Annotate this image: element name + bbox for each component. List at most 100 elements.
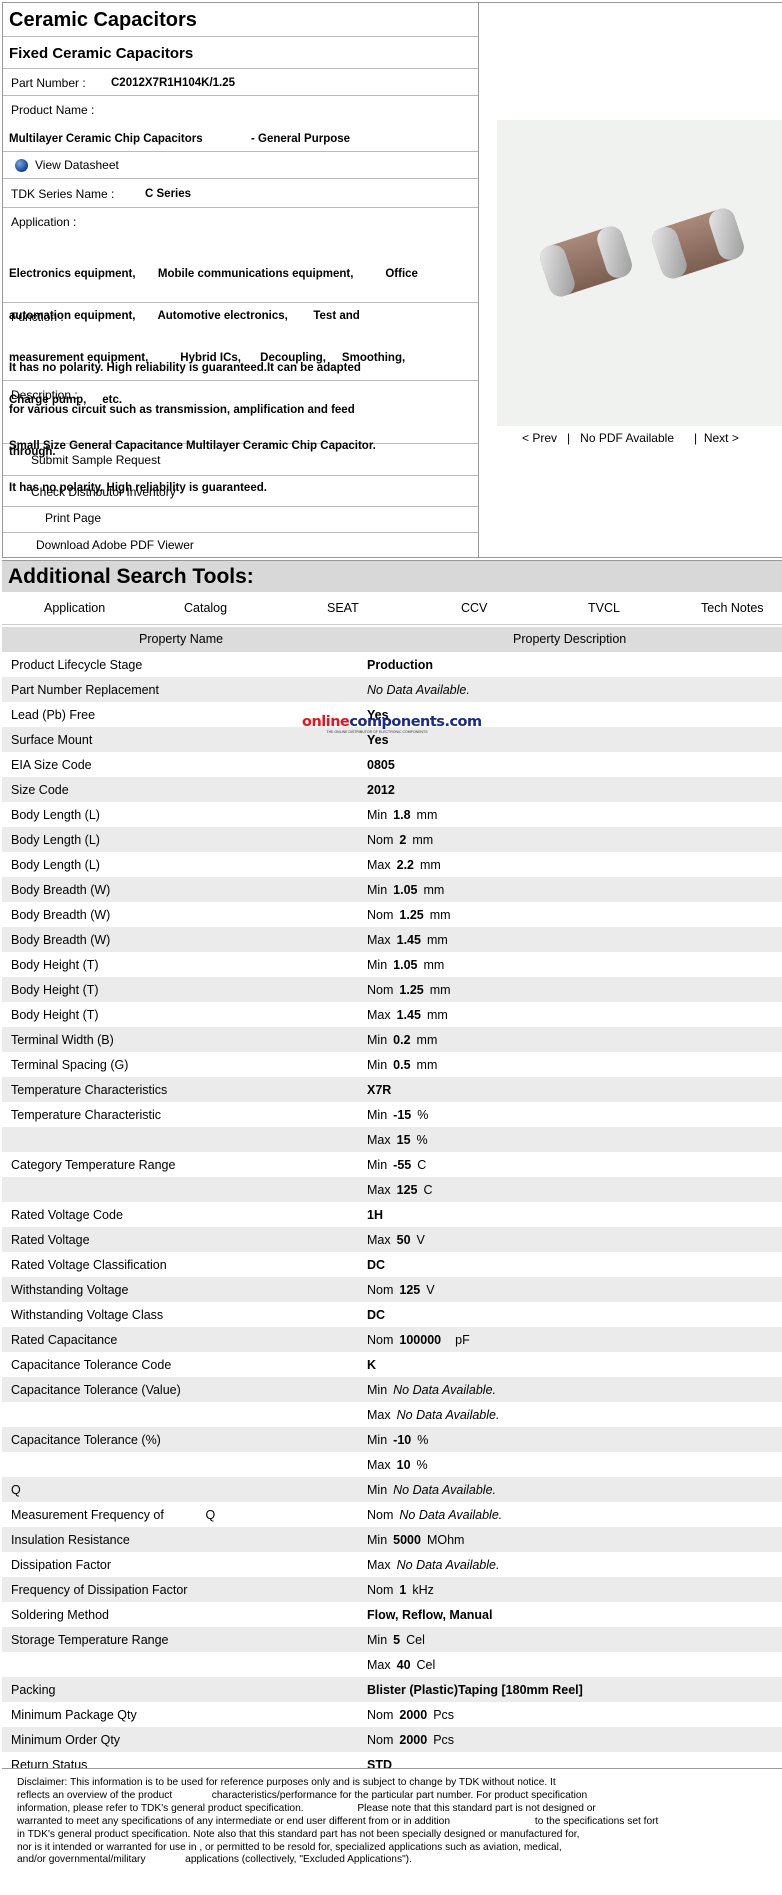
no-data-value: No Data Available. — [393, 1383, 496, 1397]
property-value-cell: Nom 1 kHz — [367, 1583, 434, 1597]
value-qualifier: Min — [367, 1158, 388, 1172]
table-row: Capacitance Tolerance Code K — [2, 1352, 782, 1377]
table-row: Minimum Package Qty Nom 2000 Pcs — [2, 1702, 782, 1727]
property-value-cell: 0805 — [367, 758, 395, 772]
value-unit: C — [417, 1158, 427, 1172]
property-name-cell: Storage Temperature Range — [11, 1633, 169, 1647]
product-image-column: < Prev | No PDF Available | Next > — [480, 3, 782, 557]
property-value-cell: No Data Available. — [367, 683, 470, 697]
property-value-cell: Nom 1.25 mm — [367, 983, 451, 997]
value-unit: mm — [412, 833, 434, 847]
next-link[interactable]: Next > — [704, 431, 739, 445]
value-number: 15 — [396, 1133, 411, 1147]
product-name-value: Multilayer Ceramic Chip Capacitors — [9, 133, 203, 145]
value-unit: % — [417, 1108, 429, 1122]
property-name-cell: Temperature Characteristic — [11, 1108, 162, 1122]
property-value-cell: 1H — [367, 1208, 383, 1222]
value-unit: mm — [429, 908, 451, 922]
table-row: Frequency of Dissipation Factor Nom 1 kHz — [2, 1577, 782, 1602]
value-qualifier: Nom — [367, 1283, 394, 1297]
value-qualifier: Nom — [367, 1708, 394, 1722]
value-number: 1.25 — [399, 908, 424, 922]
property-name-cell: Dissipation Factor — [11, 1558, 112, 1572]
nav-separator: | — [567, 431, 571, 445]
value-unit: % — [416, 1133, 428, 1147]
datasheet-row: View Datasheet — [3, 152, 478, 179]
property-name-cell: Withstanding Voltage — [11, 1283, 129, 1297]
property-value-cell: Min -55 C — [367, 1158, 426, 1172]
property-name-cell: Body Breadth (W) — [11, 933, 111, 947]
value-qualifier: Max — [367, 1408, 391, 1422]
value-qualifier: Min — [367, 808, 388, 822]
value-qualifier: Min — [367, 883, 388, 897]
property-value-cell: Min No Data Available. — [367, 1483, 496, 1497]
tool-link-seat[interactable]: SEAT — [327, 601, 359, 615]
download-pdf-viewer-link[interactable]: Download Adobe PDF Viewer — [36, 538, 194, 552]
description-block: Description : Small Size General Capacit… — [3, 381, 478, 494]
property-name-cell: Capacitance Tolerance (%) — [11, 1433, 161, 1447]
value-number: 1 — [399, 1583, 407, 1597]
value-unit: Pcs — [433, 1733, 455, 1747]
property-value-cell: 2012 — [367, 783, 395, 797]
watermark-brand: onlinecomponents.com — [302, 714, 482, 730]
function-label: Function : — [11, 310, 64, 324]
value-qualifier: Min — [367, 1533, 388, 1547]
value-qualifier: Nom — [367, 1508, 394, 1522]
property-name-cell: Soldering Method — [11, 1608, 109, 1622]
property-value-cell: Yes — [367, 733, 389, 747]
value-number: 1.05 — [393, 958, 418, 972]
value-number: -10 — [393, 1433, 412, 1447]
value-unit: mm — [429, 983, 451, 997]
value-qualifier: Nom — [367, 908, 394, 922]
tool-link-catalog[interactable]: Catalog — [184, 601, 227, 615]
table-row: Body Height (T) Min 1.05 mm — [2, 952, 782, 977]
property-name-cell: Body Breadth (W) — [11, 883, 111, 897]
value-unit: V — [426, 1283, 435, 1297]
property-value-cell: K — [367, 1358, 376, 1372]
function-line: It has no polarity. High reliability is … — [9, 362, 361, 374]
property-name-cell: Frequency of Dissipation Factor — [11, 1583, 188, 1597]
property-name-cell: Product Lifecycle Stage — [11, 658, 143, 672]
property-value-cell: Max No Data Available. — [367, 1558, 499, 1572]
view-datasheet-link[interactable]: View Datasheet — [35, 158, 119, 172]
tool-link-application[interactable]: Application — [44, 601, 105, 615]
search-tools-links: Application Catalog SEAT CCV TVCL Tech N… — [2, 593, 782, 625]
product-name-label: Product Name : — [11, 103, 95, 117]
value-qualifier: Min — [367, 1383, 388, 1397]
print-page-link[interactable]: Print Page — [45, 511, 101, 525]
table-row: Dissipation Factor Max No Data Available. — [2, 1552, 782, 1577]
value-number: 0805 — [367, 758, 395, 772]
property-name-cell: Measurement Frequency of Q — [11, 1508, 216, 1522]
part-number-label: Part Number : — [11, 76, 86, 90]
property-value-cell: Nom 100000 pF — [367, 1333, 470, 1347]
value-unit: Cel — [416, 1658, 436, 1672]
value-qualifier: Min — [367, 1058, 388, 1072]
property-value-cell: Min -15% — [367, 1108, 428, 1122]
property-value-cell: Nom 2 mm — [367, 833, 433, 847]
property-value-cell: Min 1.05 mm — [367, 958, 444, 972]
property-value-cell: DC — [367, 1258, 385, 1272]
table-row: Storage Temperature Range Min 5 Cel — [2, 1627, 782, 1652]
table-row: Size Code 2012 — [2, 777, 782, 802]
watermark-logo: onlinecomponents.com THE ONLINE DISTRIBU… — [302, 714, 482, 734]
part-number-value: C2012X7R1H104K/1.25 — [111, 77, 236, 89]
property-value-cell: X7R — [367, 1083, 391, 1097]
property-name-cell: Body Length (L) — [11, 808, 100, 822]
tool-link-tvcl[interactable]: TVCL — [588, 601, 620, 615]
table-row: Category Temperature Range Min -55 C — [2, 1152, 782, 1177]
no-data-value: No Data Available. — [393, 1483, 496, 1497]
prev-link[interactable]: < Prev — [522, 431, 557, 445]
value-qualifier: Min — [367, 958, 388, 972]
submit-sample-link[interactable]: Submit Sample Request — [31, 453, 160, 467]
value-unit: % — [416, 1458, 428, 1472]
property-table-header: Property Name Property Description — [2, 627, 782, 652]
tool-link-ccv[interactable]: CCV — [461, 601, 487, 615]
tool-link-tech-notes[interactable]: Tech Notes — [701, 601, 764, 615]
application-block: Application : Electronics equipment, Mob… — [3, 208, 478, 406]
check-inventory-link[interactable]: Check Distributor Inventory — [31, 485, 176, 499]
table-row: Rated Voltage Classification DC — [2, 1252, 782, 1277]
table-row: Max 10% — [2, 1452, 782, 1477]
value-number: 5 — [393, 1633, 401, 1647]
nav-separator: | — [694, 431, 698, 445]
property-value-cell: Min 1.8 mm — [367, 808, 437, 822]
